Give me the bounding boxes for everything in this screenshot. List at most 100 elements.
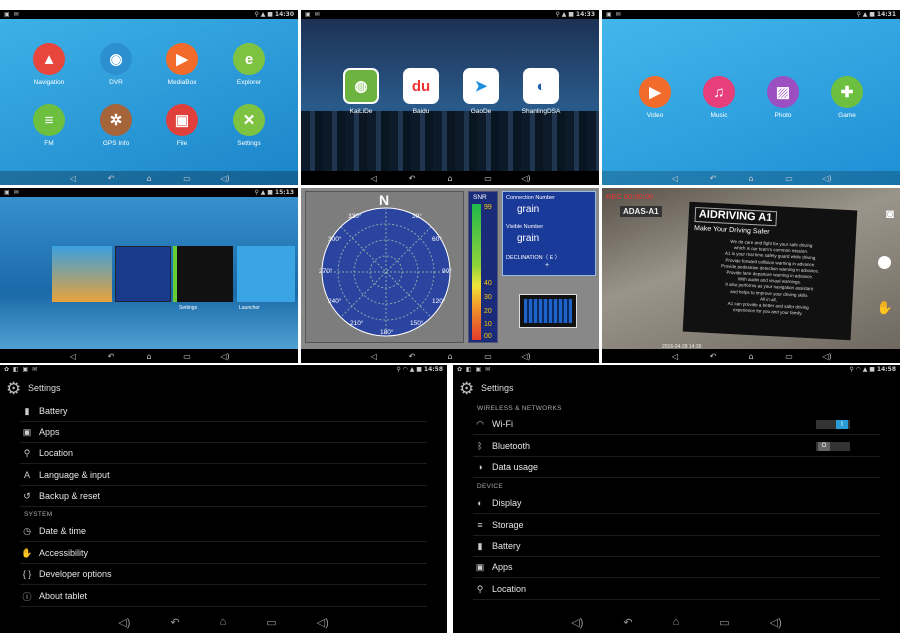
- setting-battery[interactable]: ▮ Battery: [20, 401, 427, 422]
- recent-icon[interactable]: ▭: [180, 174, 194, 183]
- setting-about[interactable]: ⓘ About tablet: [20, 586, 427, 607]
- snr-bar: [472, 204, 481, 340]
- setting-battery[interactable]: ▮ Battery: [473, 536, 880, 557]
- app-baidu[interactable]: du Baidu: [391, 68, 451, 115]
- setting-display[interactable]: ◐ Display: [473, 493, 880, 514]
- volume-up-icon[interactable]: ◁): [820, 174, 834, 183]
- app-music[interactable]: ♫ Music: [689, 76, 749, 119]
- app-kailide[interactable]: ◍ KaiLiDe: [331, 68, 391, 115]
- app-explorer[interactable]: e Explorer: [219, 43, 279, 86]
- app-mediabox[interactable]: ▶ MediaBox: [152, 43, 212, 86]
- clock-icon: ◷: [23, 525, 31, 536]
- app-gps-info[interactable]: ✲ GPS Info: [86, 104, 146, 147]
- angle-label: 270°: [319, 268, 333, 275]
- wifi-toggle[interactable]: [816, 419, 850, 429]
- home-icon[interactable]: ⌂: [443, 174, 457, 183]
- volume-up-icon[interactable]: ◁): [770, 616, 782, 629]
- home-icon[interactable]: ⌂: [142, 174, 156, 183]
- status-bar: ✿ ◧ ▣ ✉ ⚲ ◠ ▲ ■ 14:58: [453, 365, 900, 376]
- back-icon[interactable]: ↶: [405, 352, 419, 361]
- app-navigation[interactable]: ▲ Navigation: [19, 43, 79, 86]
- setting-accessibility[interactable]: ✋ Accessibility: [20, 543, 427, 564]
- recent-icon[interactable]: ▭: [266, 616, 276, 629]
- home-icon[interactable]: ⌂: [220, 616, 227, 628]
- back-icon[interactable]: ↶: [706, 174, 720, 183]
- back-icon[interactable]: ↶: [405, 174, 419, 183]
- app-shanlingdsa[interactable]: ◐ ShanlingDSA: [511, 68, 571, 115]
- camera-icon[interactable]: ◙: [886, 206, 894, 221]
- app-game[interactable]: ✚ Game: [817, 76, 877, 119]
- setting-date-time[interactable]: ◷ Date & time: [20, 521, 427, 542]
- recent-icon[interactable]: ▭: [782, 352, 796, 361]
- app-settings[interactable]: ✕ Settings: [219, 104, 279, 147]
- recent-card[interactable]: [52, 246, 112, 302]
- volume-up-icon[interactable]: ◁): [317, 616, 329, 629]
- hand-icon[interactable]: ✋: [877, 300, 893, 316]
- home-icon[interactable]: ⌂: [744, 352, 758, 361]
- volume-down-icon[interactable]: ◁): [118, 616, 130, 629]
- recent-icon[interactable]: ▭: [481, 352, 495, 361]
- recent-card-launcher[interactable]: Launcher: [237, 246, 295, 311]
- volume-down-icon[interactable]: ◁: [668, 174, 682, 183]
- braces-icon: { }: [22, 569, 32, 579]
- volume-up-icon[interactable]: ◁): [218, 174, 232, 183]
- info-icon: ⓘ: [22, 591, 32, 602]
- volume-up-icon[interactable]: ◁): [519, 174, 533, 183]
- setting-language[interactable]: A Language & input: [20, 465, 427, 486]
- setting-apps[interactable]: ▣ Apps: [473, 557, 880, 578]
- setting-data-usage[interactable]: ◑ Data usage: [473, 457, 880, 478]
- tools-icon: ✕: [233, 104, 265, 136]
- volume-down-icon[interactable]: ◁): [571, 616, 583, 629]
- setting-backup[interactable]: ↺ Backup & reset: [20, 486, 427, 507]
- back-icon[interactable]: ↶: [706, 352, 720, 361]
- app-video[interactable]: ▶ Video: [625, 76, 685, 119]
- recent-icon[interactable]: ▭: [782, 174, 796, 183]
- setting-storage[interactable]: ≡ Storage: [473, 515, 880, 536]
- app-gaode[interactable]: ➤ GaoDe: [451, 68, 511, 115]
- recent-card[interactable]: [115, 246, 171, 302]
- volume-down-icon[interactable]: ◁: [66, 352, 80, 361]
- back-icon[interactable]: ↶: [104, 352, 118, 361]
- video-icon: ▶: [639, 76, 671, 108]
- volume-down-icon[interactable]: ◁: [66, 174, 80, 183]
- volume-down-icon[interactable]: ◁: [367, 174, 381, 183]
- back-icon[interactable]: ↶: [170, 616, 179, 629]
- recent-card-settings[interactable]: Settings: [173, 246, 233, 311]
- volume-up-icon[interactable]: ◁): [820, 352, 834, 361]
- nav-bar: ◁) ↶ ⌂ ▭ ◁): [0, 611, 447, 633]
- nav-bar: ◁ ↶ ⌂ ▭ ◁): [602, 171, 900, 185]
- city-skyline: [301, 111, 599, 171]
- media-launcher-screen: ▣ ✉ ⚲ ▲ ■ 14:31 ▶ Video ♫ Music ▨ Photo ✚ Gam…: [602, 10, 900, 185]
- setting-location[interactable]: ⚲ Location: [473, 579, 880, 600]
- gamepad-icon: ✚: [831, 76, 863, 108]
- volume-down-icon[interactable]: ◁: [668, 352, 682, 361]
- hand-icon: ✋: [21, 547, 33, 558]
- volume-up-icon[interactable]: ◁): [218, 352, 232, 361]
- home-icon[interactable]: ⌂: [673, 616, 680, 628]
- apps-icon: ▣: [475, 561, 485, 572]
- home-icon[interactable]: ⌂: [142, 352, 156, 361]
- back-icon[interactable]: ↶: [104, 174, 118, 183]
- app-file[interactable]: ▣ File: [152, 104, 212, 147]
- setting-apps[interactable]: ▣ Apps: [20, 422, 427, 443]
- volume-down-icon[interactable]: ◁: [367, 352, 381, 361]
- volume-up-icon[interactable]: ◁): [519, 352, 533, 361]
- app-fm[interactable]: ≡ FM: [19, 104, 79, 147]
- record-button[interactable]: [878, 256, 891, 269]
- recent-icon[interactable]: ▭: [481, 174, 495, 183]
- snr-panel: SNR 99 40 30 20 10 00: [468, 191, 498, 343]
- home-icon[interactable]: ⌂: [443, 352, 457, 361]
- setting-developer[interactable]: { } Developer options: [20, 564, 427, 585]
- setting-location[interactable]: ⚲ Location: [20, 443, 427, 464]
- setting-wifi[interactable]: ◠ Wi-Fi: [473, 414, 880, 435]
- back-icon[interactable]: ↶: [623, 616, 632, 629]
- recent-icon[interactable]: ▭: [719, 616, 729, 629]
- app-photo[interactable]: ▨ Photo: [753, 76, 813, 119]
- app-dvr[interactable]: ◉ DVR: [86, 43, 146, 86]
- recent-icon[interactable]: ▭: [180, 352, 194, 361]
- plane-icon: ➤: [463, 68, 499, 104]
- setting-bluetooth[interactable]: ᛒ Bluetooth: [473, 436, 880, 457]
- bluetooth-toggle[interactable]: [816, 441, 850, 451]
- home-icon[interactable]: ⌂: [744, 174, 758, 183]
- section-device: DEVICE: [477, 483, 504, 490]
